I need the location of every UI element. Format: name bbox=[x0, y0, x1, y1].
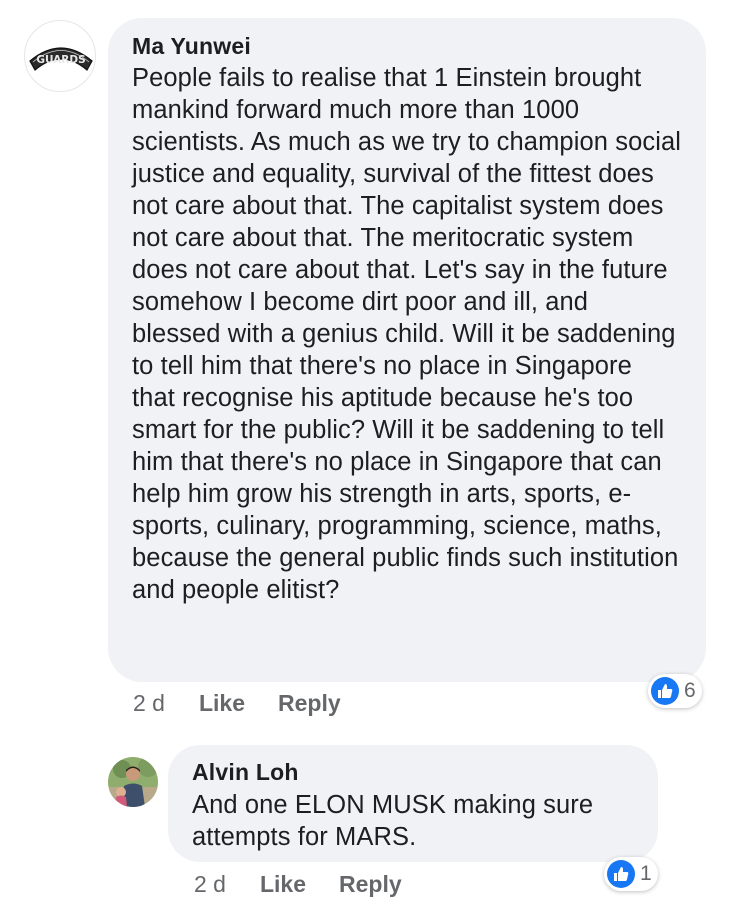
comment-bubble: Ma Yunwei People fails to realise that 1… bbox=[108, 18, 706, 682]
reply-like-button[interactable]: Like bbox=[260, 871, 306, 898]
user-photo-avatar[interactable] bbox=[108, 757, 158, 807]
guards-badge-text: GUARDS bbox=[36, 54, 85, 66]
comment-thread: GUARDS Ma Yunwei People fails to realise… bbox=[0, 0, 750, 913]
reply-author[interactable]: Alvin Loh bbox=[192, 758, 634, 786]
reply-reply-button[interactable]: Reply bbox=[339, 871, 402, 898]
like-button[interactable]: Like bbox=[199, 690, 245, 717]
thumbs-up-icon bbox=[607, 860, 635, 888]
reply-reaction-summary[interactable]: 1 bbox=[604, 857, 658, 891]
comment-author[interactable]: Ma Yunwei bbox=[132, 32, 682, 60]
guards-badge-icon: GUARDS bbox=[29, 47, 93, 71]
reply-actions: 2 d Like Reply bbox=[194, 869, 402, 899]
comment-actions: 2 d Like Reply bbox=[133, 688, 341, 718]
reply-bubble: Alvin Loh And one ELON MUSK making sure … bbox=[168, 745, 658, 862]
reaction-count: 6 bbox=[684, 679, 696, 702]
reply-text: And one ELON MUSK making sure attempts f… bbox=[192, 791, 594, 851]
comment-text: People fails to realise that 1 Einstein … bbox=[132, 64, 682, 604]
reaction-summary[interactable]: 6 bbox=[648, 674, 702, 708]
thumbs-up-icon bbox=[651, 677, 679, 705]
reply-button[interactable]: Reply bbox=[278, 690, 341, 717]
comment-timestamp[interactable]: 2 d bbox=[133, 690, 165, 717]
guards-badge-avatar[interactable]: GUARDS bbox=[24, 20, 96, 92]
reply-timestamp[interactable]: 2 d bbox=[194, 871, 226, 898]
profile-photo-icon bbox=[108, 757, 158, 807]
reply-reaction-count: 1 bbox=[640, 862, 652, 885]
